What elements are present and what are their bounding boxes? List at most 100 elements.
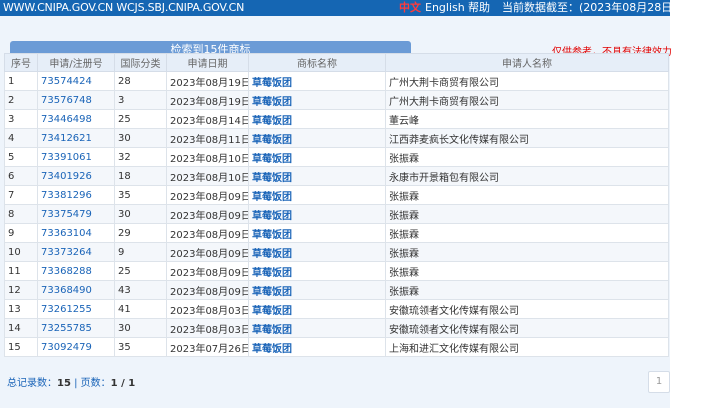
row-number-cell: 11 bbox=[4, 261, 38, 281]
site-urls: WWW.CNIPA.GOV.CN WCJS.SBJ.CNIPA.GOV.CN bbox=[3, 1, 245, 14]
application-date-cell: 2023年08月09日 bbox=[166, 242, 249, 262]
row-number-cell: 7 bbox=[4, 185, 38, 205]
trademark-name-link[interactable]: 草莓饭团 bbox=[252, 287, 292, 298]
total-records-count: 15 bbox=[57, 378, 71, 389]
trademark-name-link[interactable]: 草莓饭团 bbox=[252, 230, 292, 241]
international-class-cell: 29 bbox=[114, 223, 167, 243]
column-header-applicant: 申请人名称 bbox=[385, 53, 669, 72]
trademark-name-link[interactable]: 草莓饭团 bbox=[252, 97, 292, 108]
trademark-name-link-cell: 草莓饭团 bbox=[248, 128, 386, 148]
registration-number-link[interactable]: 73363104 bbox=[41, 228, 92, 239]
registration-number-link-cell: 73261255 bbox=[37, 299, 115, 319]
registration-number-link-cell: 73391061 bbox=[37, 147, 115, 167]
registration-number-link[interactable]: 73255785 bbox=[41, 323, 92, 334]
column-header-class: 国际分类 bbox=[114, 53, 167, 72]
column-header-date: 申请日期 bbox=[166, 53, 249, 72]
application-date-cell: 2023年08月11日 bbox=[166, 128, 249, 148]
trademark-name-link[interactable]: 草莓饭团 bbox=[252, 325, 292, 336]
international-class-cell: 9 bbox=[114, 242, 167, 262]
column-header-mark-name: 商标名称 bbox=[248, 53, 386, 72]
table-row: 11 73368288 25 2023年08月09日 草莓饭团 张振霖 bbox=[4, 261, 669, 281]
trademark-name-link-cell: 草莓饭团 bbox=[248, 109, 386, 129]
trademark-name-link[interactable]: 草莓饭团 bbox=[252, 211, 292, 222]
application-date-cell: 2023年08月03日 bbox=[166, 318, 249, 338]
table-row: 13 73261255 41 2023年08月03日 草莓饭团 安徽琉领者文化传媒有限公司 bbox=[4, 299, 669, 319]
trademark-name-link[interactable]: 草莓饭团 bbox=[252, 135, 292, 146]
registration-number-link[interactable]: 73401926 bbox=[41, 171, 92, 182]
trademark-name-link-cell: 草莓饭团 bbox=[248, 166, 386, 186]
registration-number-link-cell: 73255785 bbox=[37, 318, 115, 338]
trademark-name-link-cell: 草莓饭团 bbox=[248, 299, 386, 319]
table-header-row: 序号 申请/注册号 国际分类 申请日期 商标名称 申请人名称 bbox=[4, 53, 669, 72]
registration-number-link[interactable]: 73375479 bbox=[41, 209, 92, 220]
trademark-name-link[interactable]: 草莓饭团 bbox=[252, 249, 292, 260]
table-row: 3 73446498 25 2023年08月14日 草莓饭团 董云峰 bbox=[4, 109, 669, 129]
row-number-cell: 9 bbox=[4, 223, 38, 243]
total-records-label: 总记录数： bbox=[7, 378, 57, 389]
applicant-name-cell: 江西莽麦疯长文化传媒有限公司 bbox=[385, 128, 669, 148]
application-date-cell: 2023年08月14日 bbox=[166, 109, 249, 129]
trademark-name-link-cell: 草莓饭团 bbox=[248, 261, 386, 281]
registration-number-link[interactable]: 73576748 bbox=[41, 95, 92, 106]
trademark-name-link[interactable]: 草莓饭团 bbox=[252, 173, 292, 184]
summary-separator: | bbox=[70, 378, 81, 389]
page-count-value: 1 / 1 bbox=[110, 378, 136, 389]
applicant-name-cell: 广州大荆卡商贸有限公司 bbox=[385, 90, 669, 110]
row-number-cell: 6 bbox=[4, 166, 38, 186]
registration-number-link-cell: 73574424 bbox=[37, 71, 115, 91]
international-class-cell: 35 bbox=[114, 337, 167, 357]
trademark-name-link[interactable]: 草莓饭团 bbox=[252, 78, 292, 89]
international-class-cell: 25 bbox=[114, 261, 167, 281]
registration-number-link[interactable]: 73261255 bbox=[41, 304, 92, 315]
registration-number-link[interactable]: 73368490 bbox=[41, 285, 92, 296]
applicant-name-cell: 张振霖 bbox=[385, 147, 669, 167]
row-number-cell: 8 bbox=[4, 204, 38, 224]
language-english-link[interactable]: English bbox=[425, 0, 465, 16]
language-chinese-link[interactable]: 中文 bbox=[399, 0, 421, 16]
international-class-cell: 41 bbox=[114, 299, 167, 319]
application-date-cell: 2023年08月03日 bbox=[166, 299, 249, 319]
registration-number-link-cell: 73381296 bbox=[37, 185, 115, 205]
trademark-name-link[interactable]: 草莓饭团 bbox=[252, 344, 292, 355]
registration-number-link[interactable]: 73381296 bbox=[41, 190, 92, 201]
trademark-name-link-cell: 草莓饭团 bbox=[248, 242, 386, 262]
help-link[interactable]: 帮助 bbox=[468, 0, 490, 16]
application-date-cell: 2023年07月26日 bbox=[166, 337, 249, 357]
page-1-button[interactable]: 1 bbox=[648, 371, 670, 393]
trademark-name-link[interactable]: 草莓饭团 bbox=[252, 154, 292, 165]
table-row: 2 73576748 3 2023年08月19日 草莓饭团 广州大荆卡商贸有限公司 bbox=[4, 90, 669, 110]
pagination-summary: 总记录数：15 | 页数：1 / 1 bbox=[7, 374, 135, 389]
application-date-cell: 2023年08月09日 bbox=[166, 204, 249, 224]
international-class-cell: 18 bbox=[114, 166, 167, 186]
trademark-results-table: 序号 申请/注册号 国际分类 申请日期 商标名称 申请人名称 1 73574424… bbox=[4, 53, 669, 357]
registration-number-link[interactable]: 73092479 bbox=[41, 342, 92, 353]
page-count-label: 页数： bbox=[80, 378, 111, 389]
application-date-cell: 2023年08月09日 bbox=[166, 280, 249, 300]
trademark-name-link-cell: 草莓饭团 bbox=[248, 71, 386, 91]
row-number-cell: 5 bbox=[4, 147, 38, 167]
trademark-name-link[interactable]: 草莓饭团 bbox=[252, 192, 292, 203]
trademark-name-link[interactable]: 草莓饭团 bbox=[252, 116, 292, 127]
registration-number-link[interactable]: 73574424 bbox=[41, 76, 92, 87]
registration-number-link[interactable]: 73373264 bbox=[41, 247, 92, 258]
application-date-cell: 2023年08月19日 bbox=[166, 71, 249, 91]
registration-number-link-cell: 73446498 bbox=[37, 109, 115, 129]
row-number-cell: 3 bbox=[4, 109, 38, 129]
applicant-name-cell: 张振霖 bbox=[385, 261, 669, 281]
trademark-name-link[interactable]: 草莓饭团 bbox=[252, 268, 292, 279]
registration-number-link[interactable]: 73446498 bbox=[41, 114, 92, 125]
registration-number-link[interactable]: 73368288 bbox=[41, 266, 92, 277]
international-class-cell: 30 bbox=[114, 318, 167, 338]
trademark-name-link-cell: 草莓饭团 bbox=[248, 337, 386, 357]
registration-number-link-cell: 73092479 bbox=[37, 337, 115, 357]
trademark-name-link[interactable]: 草莓饭团 bbox=[252, 306, 292, 317]
trademark-name-link-cell: 草莓饭团 bbox=[248, 318, 386, 338]
international-class-cell: 25 bbox=[114, 109, 167, 129]
international-class-cell: 30 bbox=[114, 204, 167, 224]
registration-number-link[interactable]: 73391061 bbox=[41, 152, 92, 163]
trademark-name-link-cell: 草莓饭团 bbox=[248, 280, 386, 300]
registration-number-link[interactable]: 73412621 bbox=[41, 133, 92, 144]
row-number-cell: 1 bbox=[4, 71, 38, 91]
table-row: 8 73375479 30 2023年08月09日 草莓饭团 张振霖 bbox=[4, 204, 669, 224]
trademark-name-link-cell: 草莓饭团 bbox=[248, 147, 386, 167]
